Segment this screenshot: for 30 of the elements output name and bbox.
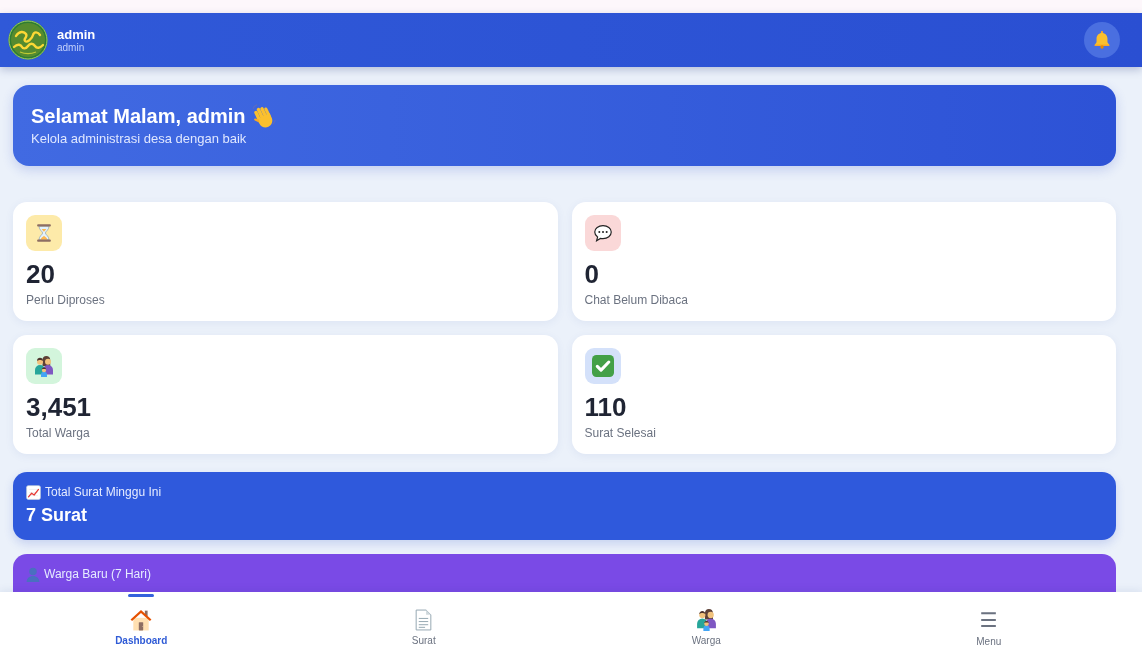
document-icon [415, 609, 433, 631]
user-name: admin [57, 26, 96, 42]
bell-icon [1094, 31, 1110, 49]
stat-value: 3,451 [26, 392, 92, 422]
stat-value: 20 [26, 259, 55, 289]
summary-label: Total Surat Minggu Ini [45, 484, 162, 500]
summary-value: 7 Surat [26, 504, 88, 527]
active-tab-indicator [128, 594, 155, 597]
house-icon [130, 609, 153, 631]
notification-button[interactable] [1084, 22, 1120, 58]
stat-label: Chat Belum Dibaca [584, 292, 688, 308]
menu-icon: ☰ [979, 609, 998, 631]
nav-tab[interactable]: Warga [687, 609, 725, 647]
waving-hand-icon [251, 103, 276, 129]
stat-label: Perlu Diproses [26, 292, 105, 308]
nav-tab[interactable]: Dashboard [111, 609, 172, 647]
summary-label: Warga Baru (7 Hari) [44, 566, 151, 582]
stat-label: Surat Selesai [584, 425, 656, 441]
logo [8, 20, 48, 60]
nav-tab[interactable]: ☰ Menu [972, 609, 1006, 648]
family-icon [694, 609, 718, 631]
stat-value: 110 [584, 392, 627, 422]
line-chart-icon [26, 484, 41, 500]
nav-tab[interactable]: Surat [407, 609, 440, 647]
user-role: admin [57, 41, 86, 54]
stat-label: Total Warga [26, 425, 90, 441]
greeting-title: Selamat Malam, admin [31, 104, 246, 129]
greeting-subtitle: Kelola administrasi desa dengan baik [31, 130, 247, 148]
person-icon [26, 566, 40, 582]
stat-value: 0 [584, 259, 599, 289]
